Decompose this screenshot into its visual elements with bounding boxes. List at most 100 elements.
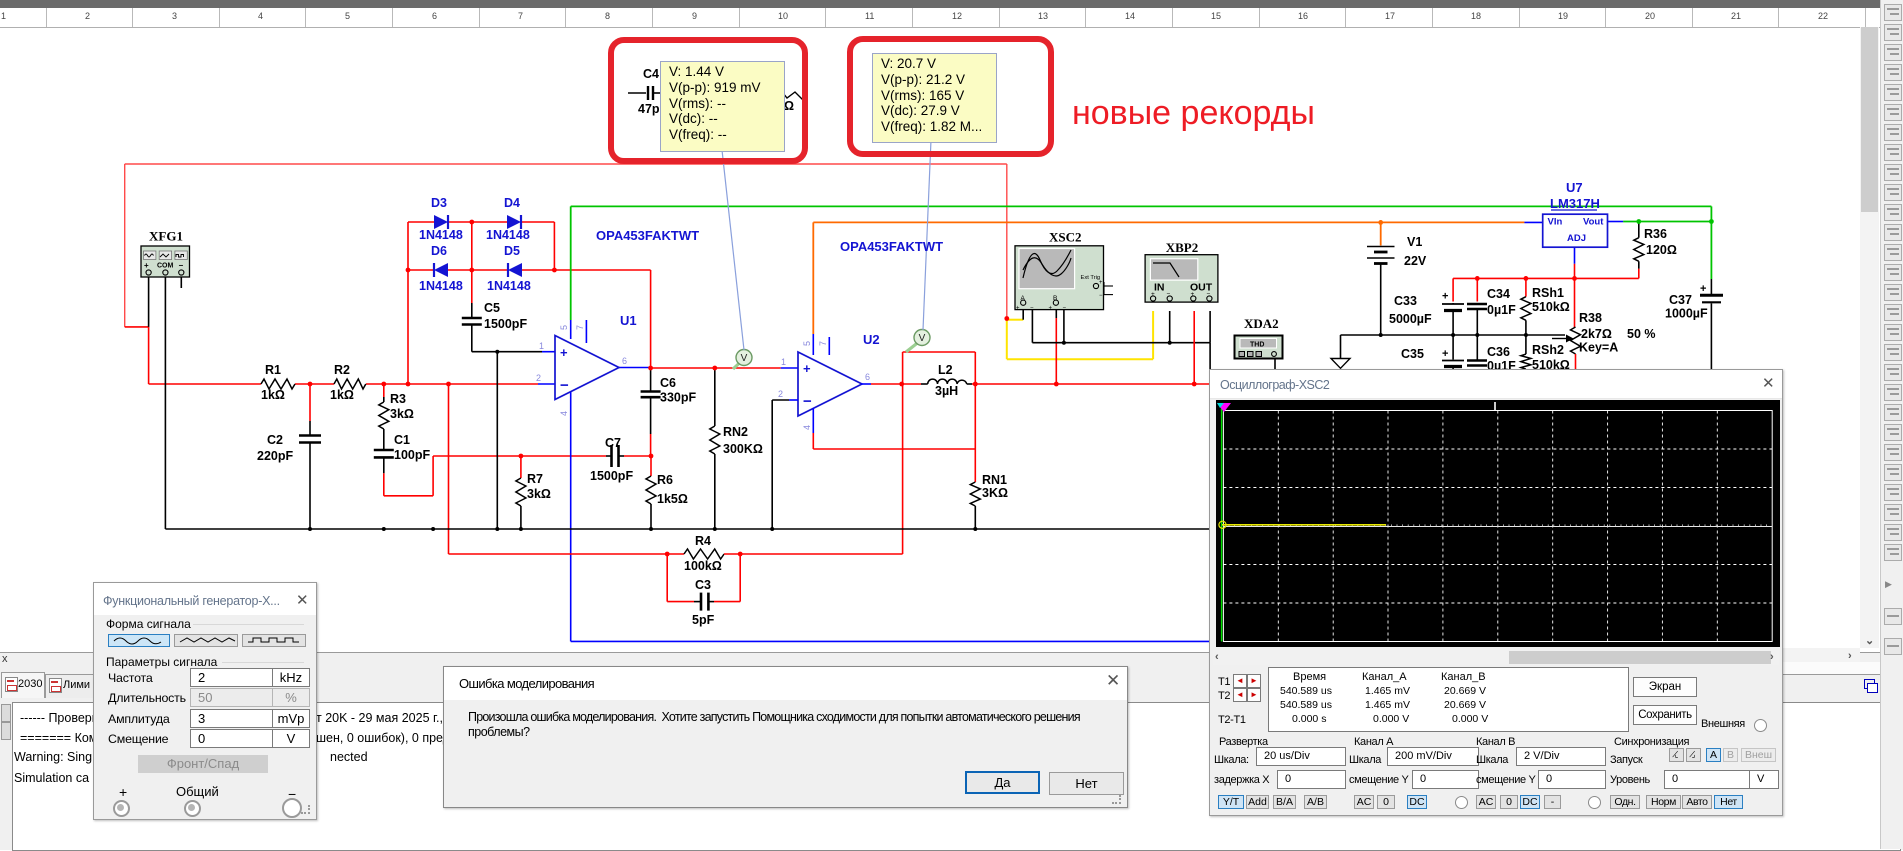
svg-text:V1: V1 [1407, 235, 1422, 249]
svg-text:1N4148: 1N4148 [419, 228, 463, 242]
svg-text:1kΩ: 1kΩ [261, 388, 285, 402]
svg-text:R38: R38 [1579, 311, 1602, 325]
svg-text:Key=A: Key=A [1579, 341, 1618, 355]
svg-text:−: − [803, 393, 812, 410]
svg-text:XSC2: XSC2 [1049, 229, 1082, 244]
svg-text:6: 6 [865, 372, 870, 382]
svg-text:C2: C2 [267, 433, 283, 447]
svg-text:4: 4 [802, 425, 812, 430]
svg-text:+: + [1099, 280, 1103, 286]
svg-text:100pF: 100pF [394, 448, 430, 462]
svg-text:1500pF: 1500pF [590, 469, 633, 483]
svg-text:−: − [179, 261, 184, 270]
svg-text:+: + [1442, 291, 1448, 303]
svg-text:C34: C34 [1487, 287, 1510, 301]
svg-text:R4: R4 [695, 534, 711, 548]
svg-text:C6: C6 [660, 376, 676, 390]
svg-text:2k7Ω: 2k7Ω [1581, 327, 1612, 341]
svg-text:C1: C1 [394, 433, 410, 447]
svg-text:OPA453FAKTWT: OPA453FAKTWT [596, 228, 699, 243]
svg-text:C33: C33 [1394, 294, 1417, 308]
svg-text:RN1: RN1 [982, 473, 1007, 487]
svg-text:1k5Ω: 1k5Ω [657, 492, 688, 506]
svg-text:COM: COM [157, 263, 174, 270]
svg-text:C5: C5 [484, 301, 500, 315]
svg-text:R36: R36 [1644, 227, 1667, 241]
svg-text:100kΩ: 100kΩ [684, 559, 722, 573]
svg-text:+: + [1442, 348, 1448, 360]
svg-text:22V: 22V [1404, 254, 1427, 268]
svg-text:OPA453FAKTWT: OPA453FAKTWT [840, 239, 943, 254]
svg-text:+: + [560, 345, 568, 360]
svg-text:−: − [1099, 293, 1103, 299]
svg-text:2: 2 [778, 389, 783, 399]
svg-text:R3: R3 [390, 392, 406, 406]
svg-text:−: − [1063, 306, 1067, 312]
svg-text:6: 6 [622, 356, 627, 366]
svg-text:D6: D6 [431, 244, 447, 258]
svg-text:300KΩ: 300KΩ [723, 442, 763, 456]
svg-text:1N4148: 1N4148 [419, 279, 463, 293]
svg-text:IN: IN [1154, 282, 1165, 294]
svg-text:C3: C3 [695, 578, 711, 592]
svg-text:D4: D4 [504, 196, 520, 210]
svg-text:3kΩ: 3kΩ [527, 487, 551, 501]
svg-text:4: 4 [559, 411, 569, 416]
svg-text:Vout: Vout [1583, 217, 1604, 228]
svg-text:3KΩ: 3KΩ [982, 486, 1008, 500]
svg-text:7: 7 [818, 341, 828, 346]
svg-text:R7: R7 [527, 472, 543, 486]
svg-text:LM317H: LM317H [1550, 196, 1600, 211]
svg-text:XBP2: XBP2 [1166, 240, 1199, 255]
svg-text:1: 1 [539, 341, 544, 351]
svg-text:U2: U2 [863, 332, 880, 347]
svg-text:+: + [1700, 283, 1706, 295]
svg-text:220pF: 220pF [257, 449, 293, 463]
svg-text:R2: R2 [334, 363, 350, 377]
svg-text:D5: D5 [504, 244, 520, 258]
svg-text:1N4148: 1N4148 [486, 228, 530, 242]
svg-text:C7: C7 [605, 436, 621, 450]
svg-text:3kΩ: 3kΩ [390, 407, 414, 421]
svg-text:V: V [919, 333, 926, 344]
svg-text:ADJ: ADJ [1567, 233, 1586, 244]
svg-text:RN2: RN2 [723, 425, 748, 439]
svg-text:+: + [1049, 306, 1053, 312]
svg-text:5: 5 [802, 341, 812, 346]
svg-text:5000µF: 5000µF [1389, 312, 1432, 326]
svg-text:U7: U7 [1566, 180, 1583, 195]
svg-text:330pF: 330pF [660, 391, 696, 405]
svg-text:R1: R1 [265, 363, 281, 377]
svg-text:XFG1: XFG1 [149, 229, 183, 244]
svg-text:V: V [741, 353, 748, 364]
svg-text:L2: L2 [938, 363, 953, 377]
svg-text:C35: C35 [1401, 347, 1424, 361]
svg-text:C36: C36 [1487, 345, 1510, 359]
svg-text:1500pF: 1500pF [484, 317, 527, 331]
svg-text:3µH: 3µH [935, 384, 958, 398]
svg-text:50 %: 50 % [1627, 327, 1656, 341]
svg-text:510kΩ: 510kΩ [1532, 300, 1570, 314]
svg-text:THD: THD [1250, 342, 1264, 349]
svg-text:D3: D3 [431, 196, 447, 210]
svg-text:VIn: VIn [1548, 217, 1563, 228]
svg-text:5: 5 [559, 325, 569, 330]
svg-text:+: + [144, 261, 149, 270]
svg-text:0µ1F: 0µ1F [1487, 303, 1516, 317]
svg-text:+: + [1016, 306, 1020, 312]
svg-text:1000µF: 1000µF [1665, 307, 1708, 321]
svg-text:U1: U1 [620, 313, 637, 328]
svg-text:7: 7 [575, 325, 585, 330]
svg-text:−: − [560, 377, 569, 394]
svg-text:RSh2: RSh2 [1532, 343, 1564, 357]
svg-text:120Ω: 120Ω [1646, 243, 1677, 257]
svg-text:−: − [1030, 306, 1034, 312]
svg-text:1kΩ: 1kΩ [330, 388, 354, 402]
svg-text:XDA2: XDA2 [1244, 316, 1279, 331]
svg-text:1: 1 [781, 357, 786, 367]
svg-text:C37: C37 [1669, 293, 1692, 307]
svg-text:+: + [803, 361, 811, 376]
svg-text:2: 2 [536, 373, 541, 383]
svg-text:5pF: 5pF [692, 613, 715, 627]
svg-text:1N4148: 1N4148 [487, 279, 531, 293]
